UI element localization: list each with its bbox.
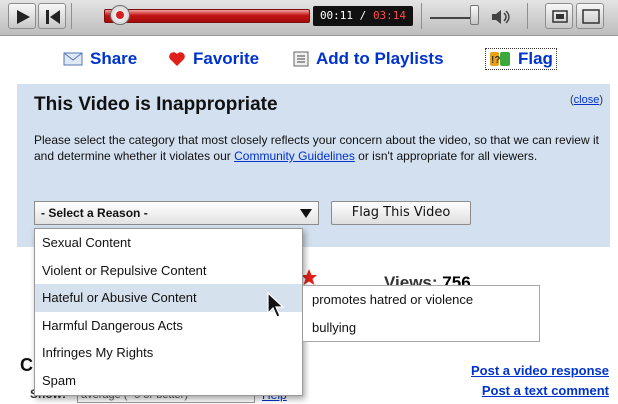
next-icon xyxy=(46,10,60,24)
reason-option[interactable]: Violent or Repulsive Content xyxy=(35,257,302,285)
flag-panel: This Video is Inappropriate (close) Plea… xyxy=(17,84,610,247)
panel-description: Please select the category that most clo… xyxy=(34,132,606,164)
sub-reason-option[interactable]: promotes hatred or violence xyxy=(303,286,539,314)
mouse-cursor-icon xyxy=(267,292,285,318)
volume-knob[interactable] xyxy=(470,5,479,25)
small-screen-button[interactable] xyxy=(545,3,573,29)
reason-option[interactable]: Harmful Dangerous Acts xyxy=(35,312,302,340)
divider xyxy=(421,3,422,29)
favorite-label: Favorite xyxy=(193,49,260,68)
post-text-comment-link[interactable]: Post a text comment xyxy=(482,383,609,398)
reason-submenu: promotes hatred or violence bullying xyxy=(303,285,540,342)
reason-option[interactable]: Spam xyxy=(35,367,302,395)
flag-this-video-button[interactable]: Flag This Video xyxy=(331,201,471,225)
share-button[interactable]: Share xyxy=(63,48,137,70)
flag-icon: !? xyxy=(489,51,511,67)
player-control-bar: 00:11 / 03:14 xyxy=(0,0,618,36)
time-separator: / xyxy=(353,9,373,22)
playlist-icon xyxy=(293,51,309,67)
envelope-icon xyxy=(63,52,83,66)
reason-option[interactable]: Infringes My Rights xyxy=(35,339,302,367)
time-display: 00:11 / 03:14 xyxy=(313,6,413,26)
panel-title: This Video is Inappropriate xyxy=(34,94,278,115)
community-guidelines-link[interactable]: Community Guidelines xyxy=(234,149,355,163)
time-current: 00:11 xyxy=(319,9,354,22)
add-to-playlists-button[interactable]: Add to Playlists xyxy=(293,48,444,70)
svg-text:!?: !? xyxy=(491,55,500,66)
volume-icon[interactable] xyxy=(490,9,512,25)
divider xyxy=(71,3,72,29)
close-paren: ) xyxy=(599,94,603,106)
reason-dropdown-list: Sexual Content Violent or Repulsive Cont… xyxy=(34,228,303,396)
close-link-wrapper: (close) xyxy=(570,94,603,106)
play-icon xyxy=(17,10,30,24)
reason-select-value: - Select a Reason - xyxy=(41,206,148,220)
add-to-playlists-label: Add to Playlists xyxy=(316,49,444,68)
post-video-response-link[interactable]: Post a video response xyxy=(471,363,609,378)
close-link[interactable]: close xyxy=(574,94,600,106)
description-text: or isn't appropriate for all viewers. xyxy=(354,149,538,163)
time-total: 03:14 xyxy=(372,9,407,22)
divider xyxy=(527,3,528,29)
fullscreen-button[interactable] xyxy=(576,3,604,29)
heart-icon xyxy=(168,51,186,67)
small-screen-icon xyxy=(552,10,568,23)
chevron-down-icon xyxy=(300,209,312,218)
comments-heading: C xyxy=(20,355,33,375)
reason-option[interactable]: Hateful or Abusive Content xyxy=(35,284,302,312)
flag-label: Flag xyxy=(518,49,553,68)
progress-bar[interactable] xyxy=(104,9,310,23)
reason-select[interactable]: - Select a Reason - xyxy=(34,201,319,225)
action-bar: Share Favorite Add to Playlists !? Flag xyxy=(0,42,618,76)
favorite-button[interactable]: Favorite xyxy=(168,48,259,70)
sub-reason-option[interactable]: bullying xyxy=(303,314,539,342)
next-button[interactable] xyxy=(38,3,66,29)
play-button[interactable] xyxy=(8,3,36,29)
reason-option[interactable]: Sexual Content xyxy=(35,229,302,257)
share-label: Share xyxy=(90,49,138,68)
fullscreen-icon xyxy=(582,9,600,24)
flag-button[interactable]: !? Flag xyxy=(485,48,557,70)
progress-scrubber[interactable] xyxy=(110,5,130,25)
